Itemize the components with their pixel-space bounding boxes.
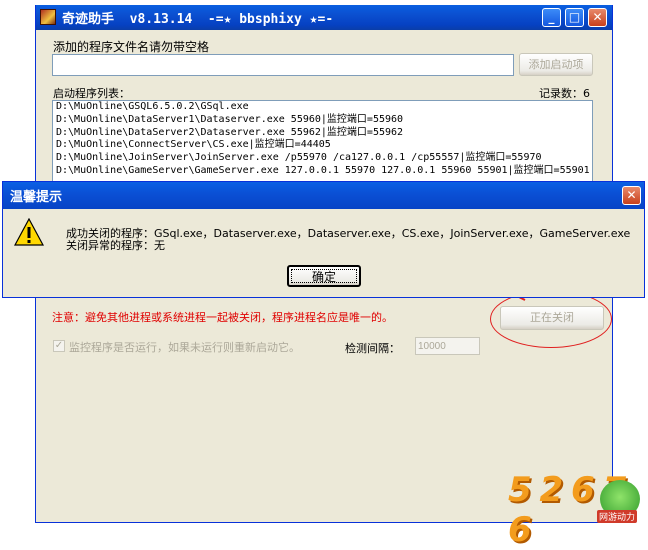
ok-button[interactable]: 确定 <box>287 265 361 287</box>
dialog-close-button[interactable]: ✕ <box>622 186 641 205</box>
watermark-tag: 网游动力 <box>597 510 638 523</box>
dialog-title: 温馨提示 <box>10 190 63 205</box>
dialog-message-failed: 关闭异常的程序：无 <box>66 239 165 252</box>
warning-icon <box>14 218 44 246</box>
dialog-titlebar[interactable] <box>3 182 644 209</box>
